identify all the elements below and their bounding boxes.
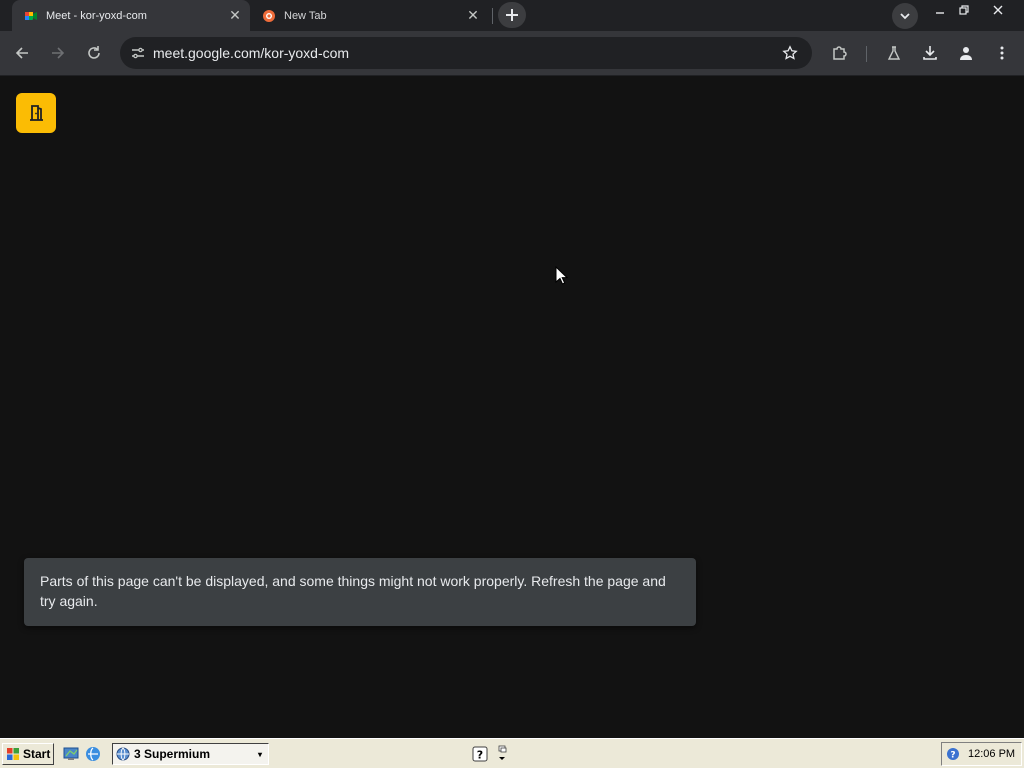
reload-icon xyxy=(88,46,100,59)
extensions-button[interactable] xyxy=(826,39,854,67)
tab-title: Meet - kor-yoxd-com xyxy=(46,9,147,22)
arrow-right-icon xyxy=(52,47,65,59)
mouse-cursor-icon xyxy=(555,266,569,285)
leave-call-button[interactable] xyxy=(16,93,56,133)
error-toast: Parts of this page can't be displayed, a… xyxy=(24,558,696,626)
show-desktop-icon[interactable] xyxy=(62,745,80,763)
kebab-menu-icon xyxy=(1000,46,1004,60)
google-meet-icon xyxy=(24,9,38,23)
caret-down-icon: ▾ xyxy=(258,749,263,759)
bookmark-star-icon[interactable] xyxy=(778,41,802,65)
windows-logo-icon xyxy=(7,748,19,760)
back-button[interactable] xyxy=(8,39,36,67)
person-icon xyxy=(960,47,972,60)
network-icon[interactable]: ? xyxy=(946,747,960,761)
svg-text:?: ? xyxy=(950,751,955,761)
downloads-button[interactable] xyxy=(916,39,944,67)
chevron-down-icon xyxy=(900,13,910,20)
clock[interactable]: 12:06 PM xyxy=(968,748,1015,760)
tab-title: New Tab xyxy=(284,9,327,22)
site-info-icon[interactable] xyxy=(126,41,150,65)
meet-page: Parts of this page can't be displayed, a… xyxy=(0,77,1024,738)
supermium-icon xyxy=(262,9,276,23)
taskbar-group-supermium[interactable]: 3 Supermium ▾ xyxy=(112,743,269,765)
close-icon xyxy=(993,5,1003,15)
download-icon xyxy=(923,46,937,60)
labs-button[interactable] xyxy=(880,39,908,67)
reload-button[interactable] xyxy=(80,39,108,67)
tab-divider xyxy=(492,8,493,24)
address-bar[interactable]: meet.google.com/kor-yoxd-com xyxy=(120,37,812,69)
profile-button[interactable] xyxy=(952,39,980,67)
forward-button[interactable] xyxy=(44,39,72,67)
svg-text:?: ? xyxy=(477,749,483,762)
close-tab-icon[interactable]: ✕ xyxy=(464,7,482,25)
browser-toolbar: meet.google.com/kor-yoxd-com xyxy=(0,31,1024,76)
puzzle-icon xyxy=(833,46,847,60)
start-button[interactable]: Start xyxy=(2,743,54,765)
close-tab-icon[interactable]: ✕ xyxy=(226,7,244,25)
restore-button[interactable] xyxy=(952,0,976,20)
new-tab-button[interactable] xyxy=(498,2,526,28)
help-icon[interactable]: ? xyxy=(472,746,488,762)
restore-icon xyxy=(959,5,969,15)
os-taskbar: Start 3 Supermium ▾ ? ? 12:06 PM xyxy=(0,738,1024,768)
tab-strip: Meet - kor-yoxd-com ✕ New Tab ✕ xyxy=(0,0,1024,31)
close-window-button[interactable] xyxy=(986,0,1010,20)
minimize-button[interactable] xyxy=(928,0,952,20)
toolbar-divider xyxy=(866,46,867,62)
tab-new-tab[interactable]: New Tab ✕ xyxy=(252,0,488,31)
flask-icon xyxy=(887,46,901,60)
internet-explorer-icon[interactable] xyxy=(84,745,102,763)
system-tray: ? 12:06 PM xyxy=(941,742,1022,766)
tab-search-button[interactable] xyxy=(892,3,918,29)
globe-icon xyxy=(116,747,130,761)
minimize-icon xyxy=(936,12,944,14)
url-text[interactable]: meet.google.com/kor-yoxd-com xyxy=(153,45,349,61)
plus-icon xyxy=(506,9,518,21)
window-list-icon[interactable] xyxy=(496,744,508,764)
start-label: Start xyxy=(23,747,51,761)
toast-message: Parts of this page can't be displayed, a… xyxy=(40,573,666,609)
door-exit-icon xyxy=(30,105,43,121)
task-label: 3 Supermium xyxy=(134,747,211,761)
tab-meet[interactable]: Meet - kor-yoxd-com ✕ xyxy=(12,0,250,31)
arrow-left-icon xyxy=(15,47,28,59)
menu-button[interactable] xyxy=(988,39,1016,67)
